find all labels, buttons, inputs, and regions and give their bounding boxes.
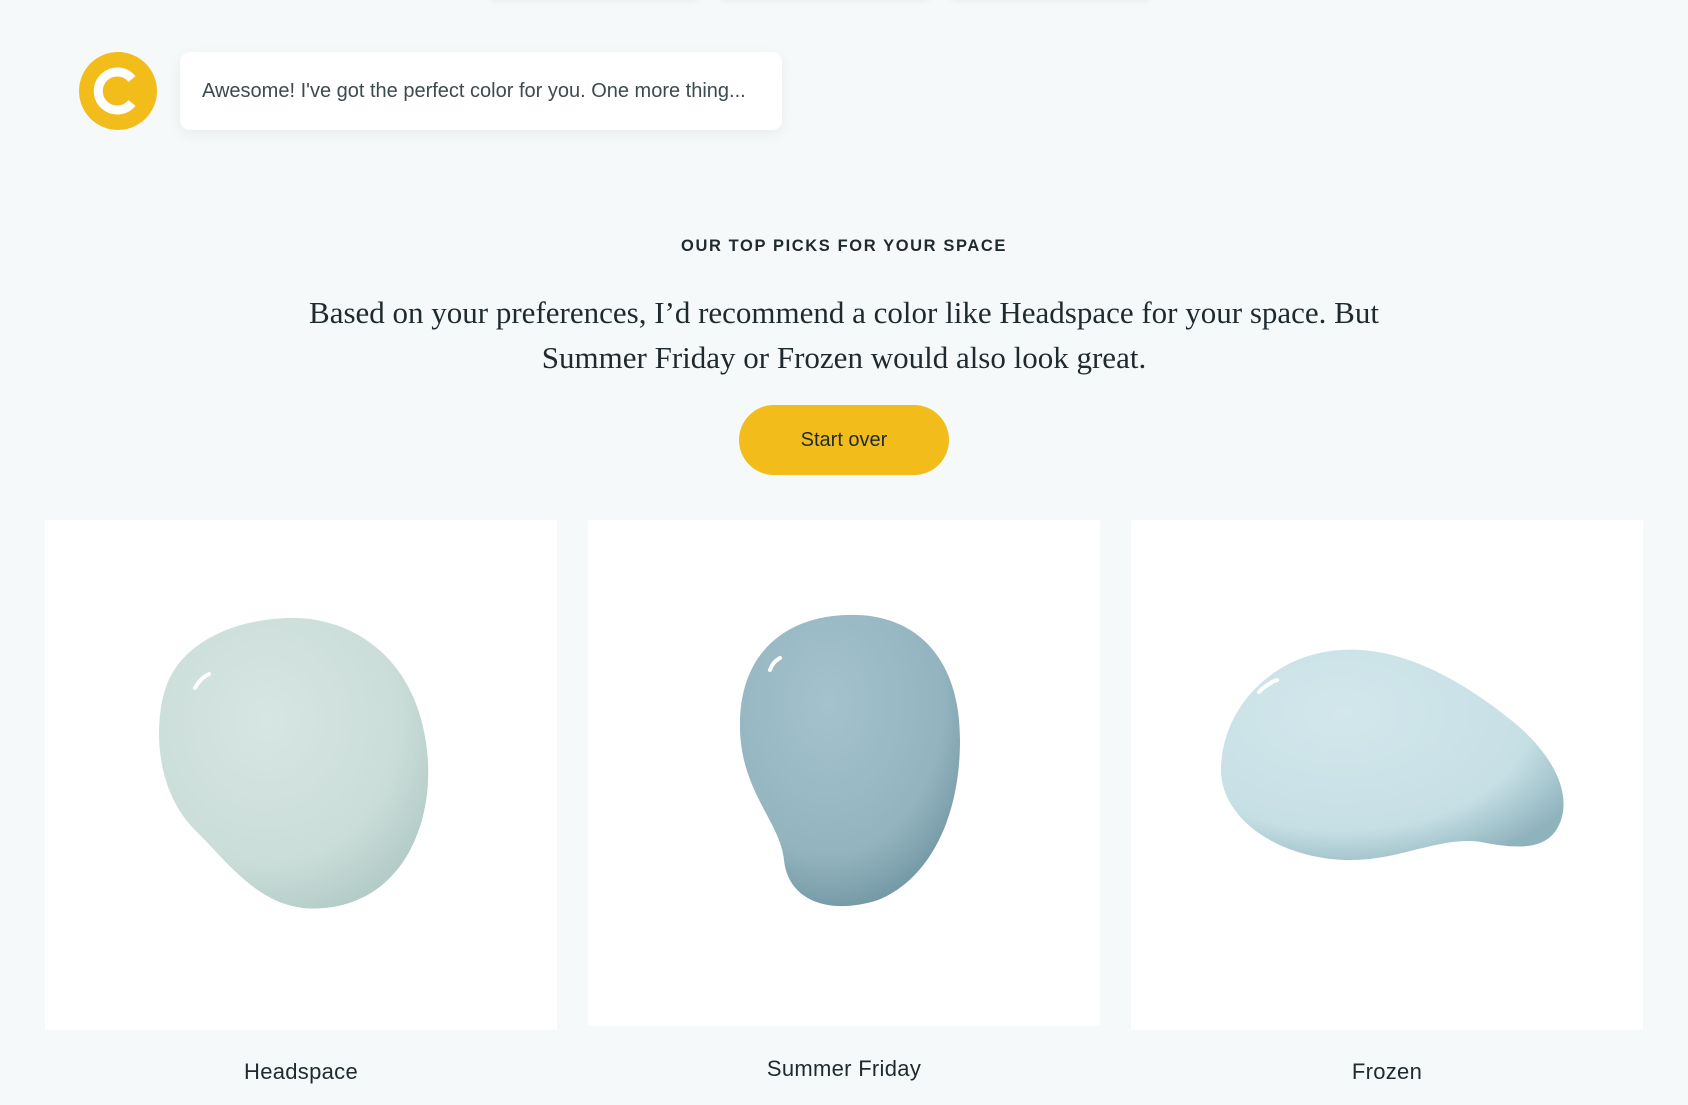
chat-message-row: Awesome! I've got the perfect color for …: [79, 52, 782, 130]
color-card-headspace[interactable]: Headspace: [45, 520, 557, 1085]
recommendation-text: Based on your preferences, I’d recommend…: [309, 295, 1379, 375]
chat-message-text: Awesome! I've got the perfect color for …: [202, 79, 746, 102]
paint-swatch-image[interactable]: [45, 520, 557, 1030]
color-name: Summer Friday: [766, 1056, 922, 1081]
start-over-button[interactable]: Start over: [739, 405, 949, 475]
color-name: Frozen: [1351, 1059, 1423, 1084]
paint-swatch-image[interactable]: [1131, 520, 1643, 1030]
assistant-avatar: [79, 52, 157, 130]
section-eyebrow: OUR TOP PICKS FOR YOUR SPACE: [681, 237, 1007, 255]
color-card-frozen[interactable]: Frozen: [1131, 520, 1643, 1085]
paint-swatch-image[interactable]: [588, 520, 1100, 1026]
color-name: Headspace: [244, 1059, 358, 1084]
c-logo-icon: [93, 67, 136, 115]
top-tab-strip: [0, 0, 1688, 2]
paint-blob-icon: [158, 617, 429, 909]
paint-blob-icon: [739, 614, 960, 907]
chat-bubble: Awesome! I've got the perfect color for …: [180, 52, 782, 130]
color-card-summer-friday[interactable]: Summer Friday: [588, 520, 1100, 1082]
page: Awesome! I've got the perfect color for …: [0, 0, 1688, 1105]
paint-blob-icon: [1221, 649, 1564, 860]
